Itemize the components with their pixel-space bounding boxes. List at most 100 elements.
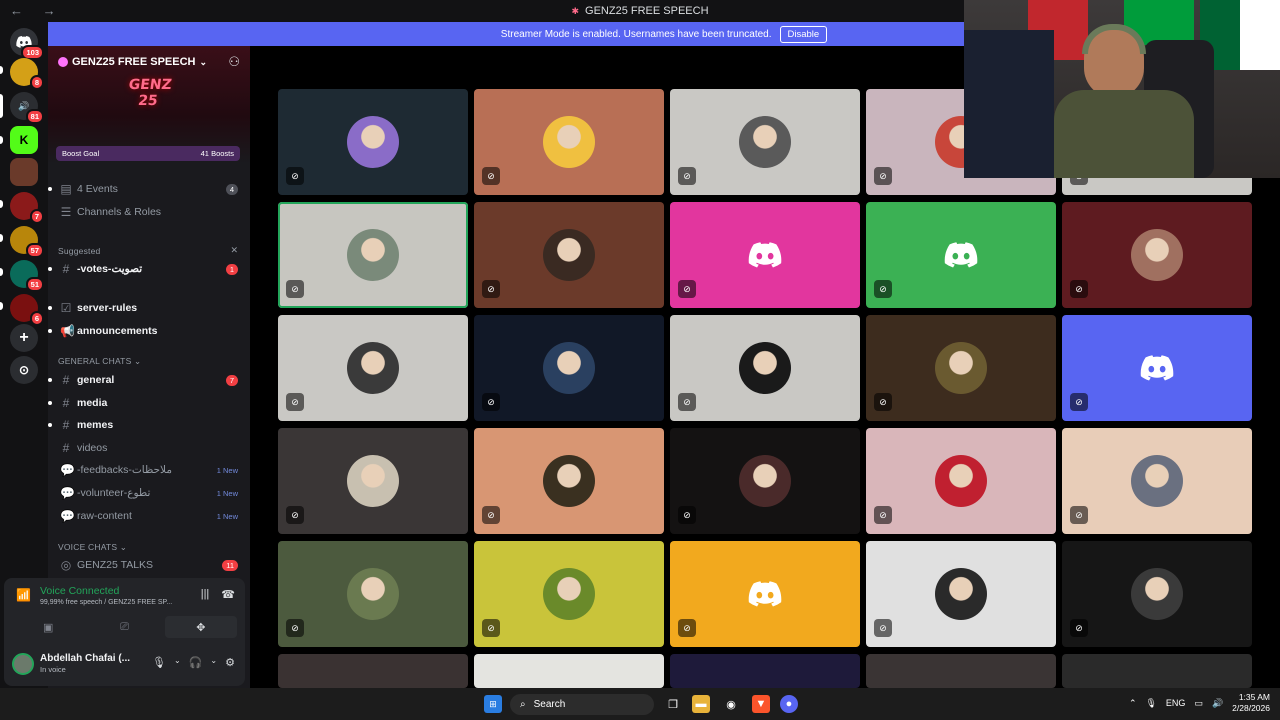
volume-icon[interactable]: 🔊 [1212,698,1223,709]
close-icon[interactable]: ✕ [230,245,238,256]
participant-tile[interactable] [278,654,468,688]
channel-media[interactable]: # media [48,393,250,413]
muted-mic-icon: ⊘ [678,393,696,411]
participant-tile[interactable]: ⊘ [474,428,664,534]
user-name[interactable]: Abdellah Chafai (... [40,653,130,664]
events-row[interactable]: ▤ 4 Events 4 [48,179,250,199]
channels-roles-row[interactable]: ☰ Channels & Roles [48,202,250,222]
participant-tile[interactable] [1062,654,1252,688]
mention-badge: 7 [225,374,238,386]
server-icon[interactable]: 8 [10,58,44,90]
participant-tile[interactable]: ⊘ [1062,541,1252,647]
participant-tile[interactable]: ⊘ [278,315,468,421]
general-chats-header[interactable]: GENERAL CHATS ⌄ [58,356,141,367]
gear-icon[interactable]: ⚙ [225,656,235,669]
channel-volunteer[interactable]: 💬 -volunteer-تطوع 1 New [48,483,250,503]
channel-genz25-talks[interactable]: ◎ GENZ25 TALKS 11 [48,555,250,575]
voice-chats-header[interactable]: VOICE CHATS ⌄ [58,542,127,553]
muted-mic-icon: ⊘ [482,393,500,411]
participant-tile[interactable]: ⊘ [866,541,1056,647]
participant-tile[interactable]: ⊘ [278,89,468,195]
muted-mic-icon: ⊘ [482,280,500,298]
mention-badge: 11 [222,559,238,571]
network-icon[interactable]: ▭ [1194,698,1203,709]
server-icon[interactable]: 6 [10,294,44,326]
participant-tile[interactable]: ⊘ [474,315,664,421]
boost-goal-bar[interactable]: Boost Goal 41 Boosts [56,146,240,161]
camera-off-button[interactable]: ▣ [12,616,84,638]
discover-icon[interactable]: ⊙ [10,356,38,384]
server-icon[interactable]: 51 [10,260,44,292]
participant-tile[interactable]: ⊘ [670,202,860,308]
add-server-icon[interactable]: + [10,324,38,352]
server-header[interactable]: GENZ25 FREE SPEECH ⌄ ⚇ GENZ 25 Boost Goa… [48,46,250,164]
server-icon[interactable]: 57 [10,226,44,258]
activities-button[interactable]: ✥ [164,616,237,638]
chrome-icon[interactable]: ◉ [722,695,740,713]
participant-tile[interactable]: ⊘ [278,428,468,534]
disconnect-icon[interactable]: ☎ [221,588,235,601]
discord-home-icon[interactable]: 103 [10,28,44,60]
participant-tile[interactable]: ⊘ [474,202,664,308]
nav-arrows[interactable]: ← → [10,3,64,18]
channel-videos[interactable]: # videos [48,438,250,458]
windows-start-icon[interactable]: ⊞ [484,695,502,713]
microphone-icon[interactable]: 🎙 [1145,698,1156,709]
channel-label: general [77,374,115,386]
participant-tile[interactable]: ⊘ [278,541,468,647]
task-view-icon[interactable]: ❐ [664,695,682,713]
participant-tile[interactable]: ⊘ [670,428,860,534]
channel-general[interactable]: # general 7 [48,370,250,390]
muted-mic-icon: ⊘ [874,619,892,637]
server-icon[interactable]: 🔊 81 [10,92,44,124]
avatar[interactable] [12,653,34,675]
chevron-up-icon[interactable]: ⌃ [1129,698,1137,709]
channel-announcements[interactable]: 📢 announcements [48,321,250,341]
participant-tile[interactable]: ⊘ [474,541,664,647]
clock[interactable]: 1:35 AM 2/28/2026 [1232,692,1270,714]
channel-feedbacks[interactable]: 💬 -feedbacks-ملاحظات 1 New [48,460,250,480]
brave-icon[interactable]: ▼ [752,695,770,713]
participant-tile[interactable] [474,654,664,688]
voice-connected-status[interactable]: Voice Connected [40,585,119,597]
noise-suppression-icon[interactable]: ||| [201,588,210,601]
participant-tile[interactable] [670,654,860,688]
taskbar-search[interactable]: ⌕ Search [510,694,654,715]
participant-tile[interactable]: ⊘ [474,89,664,195]
suggested-header: Suggested [58,246,101,256]
participant-tile[interactable]: ⊘ [278,202,468,308]
channel-memes[interactable]: # memes [48,415,250,435]
microphone-icon[interactable]: 🎙 [152,656,166,669]
screen-share-button[interactable]: ⎚ [88,616,160,638]
participant-tile[interactable]: ⊘ [1062,428,1252,534]
channel-votes[interactable]: # -votes-تصويت 1 [48,259,250,279]
participant-tile[interactable]: ⊘ [866,202,1056,308]
server-icon[interactable]: 7 [10,192,44,224]
participant-tile[interactable]: ⊘ [670,315,860,421]
file-explorer-icon[interactable]: ▬ [692,695,710,713]
participant-tile[interactable]: ⊘ [866,315,1056,421]
muted-mic-icon: ⊘ [286,619,304,637]
participant-tile[interactable]: ⊘ [670,541,860,647]
server-name-wrap[interactable]: GENZ25 FREE SPEECH ⌄ [58,56,207,68]
channel-label: memes [77,419,114,431]
streamer-mode-text: Streamer Mode is enabled. Usernames have… [500,28,772,40]
participant-tile[interactable] [866,654,1056,688]
server-icon[interactable] [10,158,38,186]
hash-icon: # [62,396,70,410]
kick-server-icon[interactable]: K [10,126,38,154]
chevron-down-icon[interactable]: ⌄ [210,656,217,669]
participant-tile[interactable]: ⊘ [1062,315,1252,421]
participant-tile[interactable]: ⊘ [1062,202,1252,308]
channel-server-rules[interactable]: ☑ server-rules [48,298,250,318]
language-indicator[interactable]: ENG [1166,698,1186,708]
invite-icon[interactable]: ⚇ [228,54,240,70]
disable-streamer-button[interactable]: Disable [779,25,828,43]
channel-raw-content[interactable]: 💬 raw-content 1 New [48,506,250,526]
chevron-down-icon[interactable]: ⌄ [174,656,181,669]
participant-tile[interactable]: ⊘ [670,89,860,195]
muted-mic-icon: ⊘ [678,506,696,524]
headphones-icon[interactable]: 🎧 [189,656,203,669]
participant-tile[interactable]: ⊘ [866,428,1056,534]
discord-taskbar-icon[interactable]: ● [780,695,798,713]
